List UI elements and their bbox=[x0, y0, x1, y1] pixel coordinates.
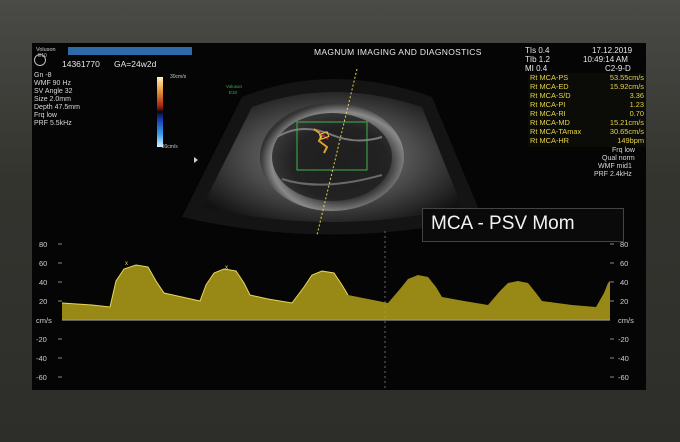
exam-date: 17.12.2019 bbox=[592, 46, 633, 55]
axis-left-20: 20 bbox=[39, 297, 48, 306]
clinic-name: MAGNUM IMAGING AND DIAGNOSTICS bbox=[314, 47, 482, 57]
axis-left-neg40: -40 bbox=[36, 354, 47, 363]
param-sv-angle: SV Angle 32 bbox=[34, 88, 73, 95]
spectrum-fill bbox=[62, 265, 610, 320]
exam-time: 10:49:14 AM bbox=[583, 55, 628, 64]
param-prf: PRF 5.5kHz bbox=[34, 120, 72, 127]
axis-right-neg40: -40 bbox=[618, 354, 629, 363]
measurement-value: 1.23 bbox=[629, 100, 644, 109]
measurement-panel: Rt MCA-PS 53.55cm/s Rt MCA-ED 15.92cm/s Rt… bbox=[528, 73, 646, 147]
measurement-value: 15.92cm/s bbox=[609, 82, 644, 91]
doppler-spectrum: x x bbox=[58, 231, 614, 390]
measurement-value: 3.36 bbox=[629, 91, 644, 100]
logo-icon bbox=[34, 54, 46, 66]
doppler-param-wmf: WMF mid1 bbox=[598, 163, 632, 170]
svg-text:x: x bbox=[125, 261, 128, 267]
axis-left-80: 80 bbox=[39, 240, 48, 249]
measurement-label: Rt MCA-TAmax bbox=[530, 127, 582, 136]
measurement-label: Rt MCA-PS bbox=[530, 73, 569, 82]
doppler-param-frq: Frq low bbox=[612, 147, 635, 154]
probe-name: C2-9-D bbox=[605, 64, 631, 73]
doppler-param-prf: PRF 2.4kHz bbox=[594, 171, 632, 178]
measurement-value: 53.55cm/s bbox=[609, 73, 644, 82]
axis-left-neg20: -20 bbox=[36, 335, 47, 344]
measurement-row: Rt MCA-PI 1.23 bbox=[528, 100, 646, 109]
axis-left-neg60: -60 bbox=[36, 373, 47, 382]
patient-id: 14361770 bbox=[62, 59, 100, 69]
tib-value: TIb 1.2 bbox=[525, 55, 550, 64]
axis-right-40: 40 bbox=[620, 278, 629, 287]
doppler-param-qual: Qual norm bbox=[602, 155, 635, 162]
param-gain: Gn -8 bbox=[34, 72, 52, 79]
axis-right-neg60: -60 bbox=[618, 373, 629, 382]
measurement-row: Rt MCA-HR 149bpm bbox=[528, 136, 646, 145]
axis-right-80: 80 bbox=[620, 240, 629, 249]
measurement-label: Rt MCA-MD bbox=[530, 118, 570, 127]
measurement-label: Rt MCA-ED bbox=[530, 82, 569, 91]
measurement-row: Rt MCA-PS 53.55cm/s bbox=[528, 73, 646, 82]
measurement-value: 30.65cm/s bbox=[609, 127, 644, 136]
measurement-label: Rt MCA-S/D bbox=[530, 91, 571, 100]
axis-left-60: 60 bbox=[39, 259, 48, 268]
axis-left-40: 40 bbox=[39, 278, 48, 287]
measurement-row: Rt MCA-ED 15.92cm/s bbox=[528, 82, 646, 91]
color-scale-bar bbox=[157, 77, 163, 147]
measurement-row: Rt MCA-MD 15.21cm/s bbox=[528, 118, 646, 127]
measurement-row: Rt MCA-RI 0.70 bbox=[528, 109, 646, 118]
gestational-age: GA=24w2d bbox=[114, 59, 157, 69]
param-depth: Depth 47.5mm bbox=[34, 104, 80, 111]
tis-value: TIs 0.4 bbox=[525, 46, 550, 55]
color-scale-bottom: -30cm/s bbox=[160, 144, 178, 150]
image-tag-model: E10 bbox=[229, 90, 238, 95]
patient-name-bar bbox=[68, 47, 192, 55]
ultrasound-screen: Voluson E10 14361770 GA=24w2d MAGNUM IMA… bbox=[32, 43, 646, 390]
param-frq: Frq low bbox=[34, 112, 57, 119]
axis-right-20: 20 bbox=[620, 297, 629, 306]
measurement-value: 15.21cm/s bbox=[609, 118, 644, 127]
measurement-row: Rt MCA-TAmax 30.65cm/s bbox=[528, 127, 646, 136]
param-size: Size 2.0mm bbox=[34, 96, 71, 103]
svg-text:x: x bbox=[225, 265, 228, 271]
measurement-value: 149bpm bbox=[617, 136, 644, 145]
axis-right-60: 60 bbox=[620, 259, 629, 268]
measurement-label: Rt MCA-HR bbox=[530, 136, 570, 145]
axis-right-neg20: -20 bbox=[618, 335, 629, 344]
measurement-label: Rt MCA-RI bbox=[530, 109, 566, 118]
measurement-row: Rt MCA-S/D 3.36 bbox=[528, 91, 646, 100]
param-wmf: WMF 90 Hz bbox=[34, 80, 71, 87]
measurement-value: 0.70 bbox=[629, 109, 644, 118]
measurement-label: Rt MCA-PI bbox=[530, 100, 566, 109]
axis-left-unit: cm/s bbox=[36, 316, 52, 325]
mi-value: MI 0.4 bbox=[525, 64, 548, 73]
axis-right-unit: cm/s bbox=[618, 316, 634, 325]
